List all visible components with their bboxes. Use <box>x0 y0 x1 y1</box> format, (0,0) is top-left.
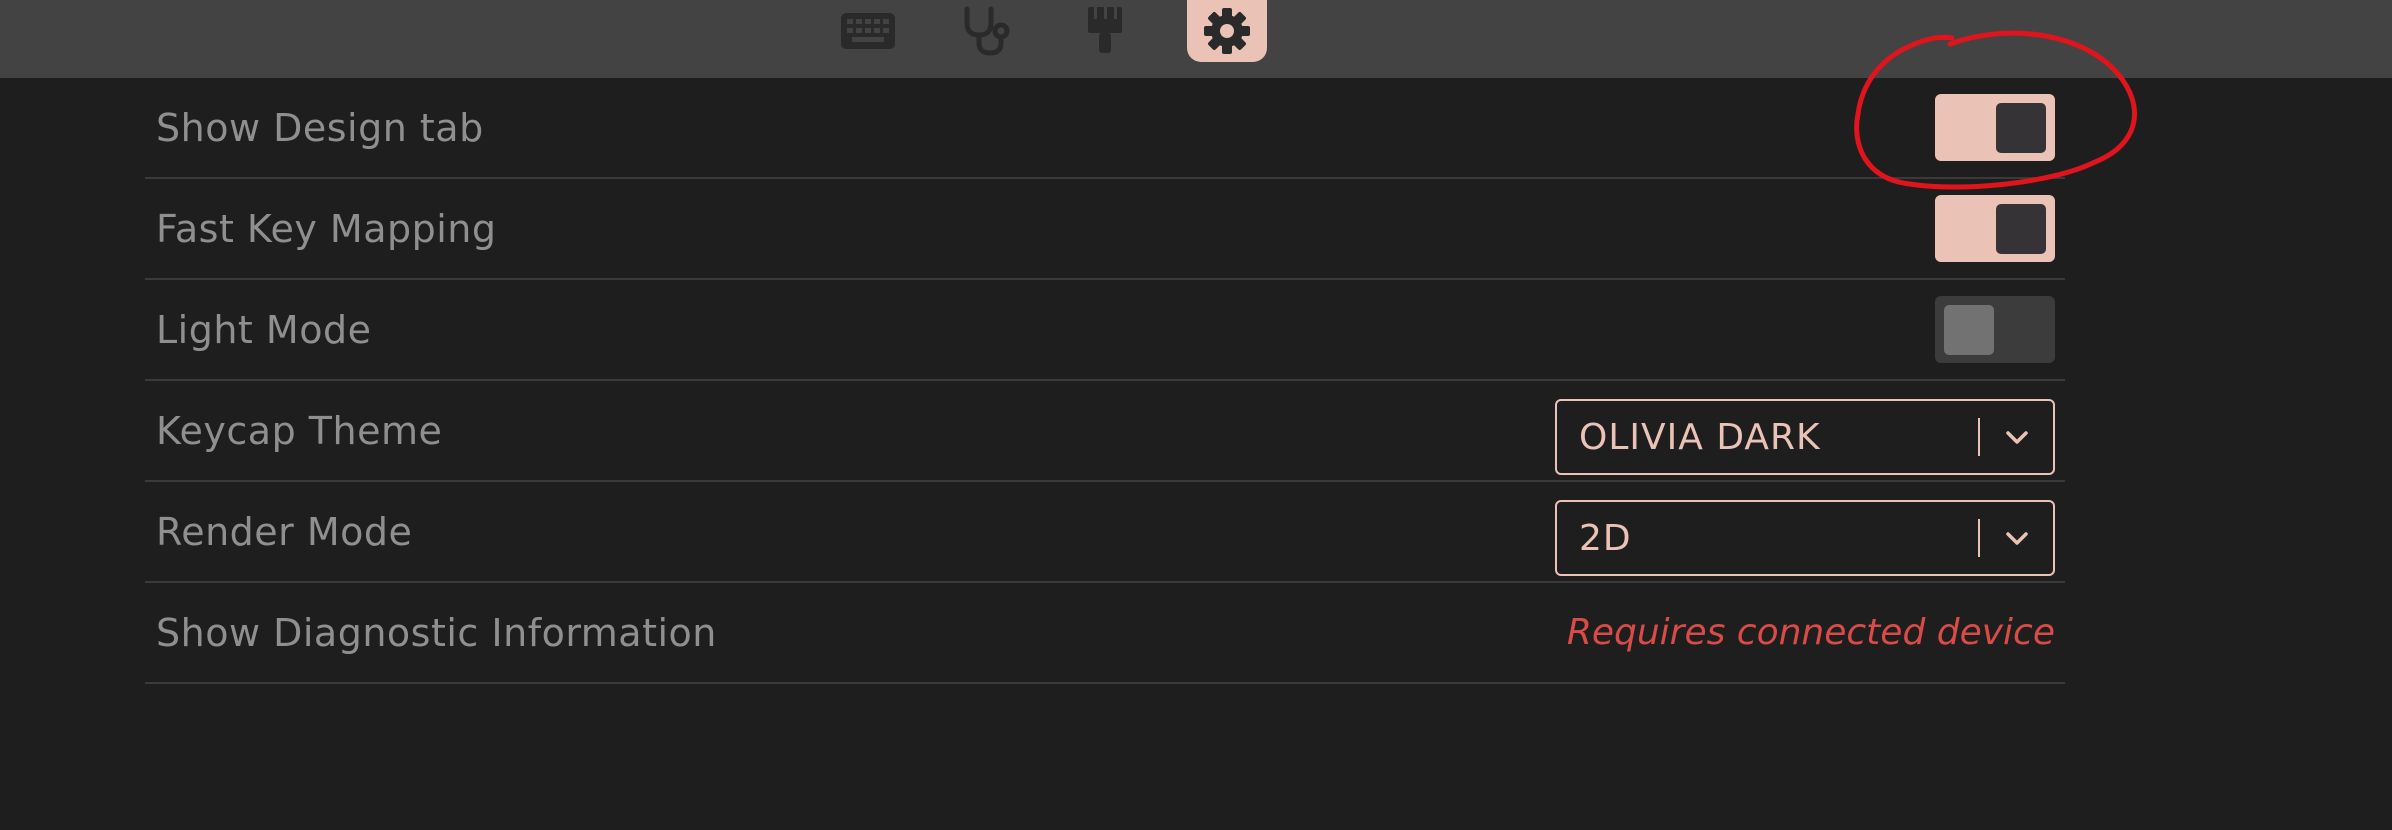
keyboard-icon[interactable] <box>838 0 898 62</box>
top-nav-bar <box>0 0 2392 78</box>
select-value: OLIVIA DARK <box>1579 416 1821 458</box>
setting-label: Show Design tab <box>156 105 484 150</box>
stethoscope-icon[interactable] <box>955 0 1015 62</box>
requires-device-message: Requires connected device <box>1566 612 2055 653</box>
select-value: 2D <box>1579 517 1632 559</box>
setting-row-fast-key-mapping: Fast Key Mapping <box>145 179 2065 280</box>
toggle-knob <box>1996 103 2046 153</box>
keycap-theme-select[interactable]: OLIVIA DARK <box>1555 399 2055 475</box>
select-separator <box>1978 418 1980 456</box>
setting-label: Show Diagnostic Information <box>156 610 717 655</box>
setting-row-light-mode: Light Mode <box>145 280 2065 381</box>
render-mode-select[interactable]: 2D <box>1555 500 2055 576</box>
paintbrush-icon[interactable] <box>1080 0 1130 62</box>
setting-label: Render Mode <box>156 509 413 554</box>
gear-icon[interactable] <box>1187 0 1267 62</box>
light-mode-toggle[interactable] <box>1935 296 2055 363</box>
setting-label: Fast Key Mapping <box>156 206 497 251</box>
setting-row-render-mode: Render Mode 2D <box>145 482 2065 583</box>
setting-row-show-design-tab: Show Design tab <box>145 78 2065 179</box>
select-separator <box>1978 519 1980 557</box>
toggle-knob <box>1996 204 2046 254</box>
toggle-knob <box>1944 305 1994 355</box>
show-design-tab-toggle[interactable] <box>1935 94 2055 161</box>
chevron-down-icon[interactable] <box>1997 421 2037 455</box>
setting-row-diagnostics: Show Diagnostic Information Requires con… <box>145 583 2065 684</box>
fast-key-mapping-toggle[interactable] <box>1935 195 2055 262</box>
settings-list: Show Design tab Fast Key Mapping Light M… <box>145 78 2065 684</box>
setting-label: Keycap Theme <box>156 408 443 453</box>
setting-label: Light Mode <box>156 307 372 352</box>
chevron-down-icon[interactable] <box>1997 522 2037 556</box>
setting-row-keycap-theme: Keycap Theme OLIVIA DARK <box>145 381 2065 482</box>
